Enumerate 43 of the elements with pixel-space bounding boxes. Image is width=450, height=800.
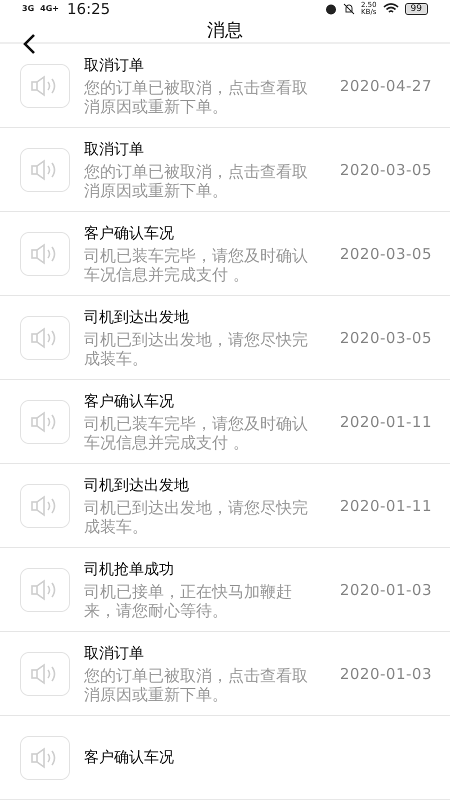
message-body: 司机已接单，正在快马加鞭赶来，请您耐心等待。 xyxy=(84,582,293,620)
message-body: 您的订单已被取消，点击查看取消原因或重新下单。 xyxy=(84,162,309,200)
message-title: 客户确认车况 xyxy=(84,224,175,242)
message-title: 客户确认车况 xyxy=(84,392,175,410)
message-date: 2020-01-03 xyxy=(340,664,432,682)
message-title: 司机到达出发地 xyxy=(84,308,190,326)
message-item[interactable]: 司机到达出发地 司机已到达出发地，请您尽快完成装车。 2020-01-11 xyxy=(0,464,450,548)
message-title: 客户确认车况 xyxy=(84,748,175,767)
message-item[interactable]: 客户确认车况 xyxy=(0,716,450,800)
wifi-icon xyxy=(382,3,399,15)
message-date: 2020-04-27 xyxy=(340,76,432,94)
message-date: 2020-03-05 xyxy=(340,244,432,262)
message-item[interactable]: 客户确认车况 司机已装车完毕，请您及时确认车况信息并完成支付 。 2020-03-05 xyxy=(0,212,450,296)
message-item[interactable]: 客户确认车况 司机已装车完毕，请您及时确认车况信息并完成支付 。 2020-01-11 xyxy=(0,380,450,464)
message-item[interactable]: 司机到达出发地 司机已到达出发地，请您尽快完成装车。 2020-03-05 xyxy=(0,296,450,380)
status-time: 16:25 xyxy=(66,0,110,18)
message-body: 司机已到达出发地，请您尽快完成装车。 xyxy=(84,498,309,536)
network-indicator: 3G xyxy=(22,5,34,13)
page-title: 消息 xyxy=(207,19,243,42)
network-indicator: 4G+ xyxy=(40,5,59,13)
message-title: 取消订单 xyxy=(84,644,145,662)
message-body: 司机已装车完毕，请您及时确认车况信息并完成支付 。 xyxy=(84,414,309,452)
message-title: 司机到达出发地 xyxy=(84,476,190,494)
message-date: 2020-01-11 xyxy=(340,412,432,430)
alarm-icon xyxy=(324,3,337,15)
message-title: 取消订单 xyxy=(84,56,145,74)
message-title: 司机抢单成功 xyxy=(84,560,175,578)
message-item[interactable]: 取消订单 您的订单已被取消，点击查看取消原因或重新下单。 2020-04-27 xyxy=(0,44,450,128)
message-date: 2020-01-11 xyxy=(340,496,432,514)
message-title: 取消订单 xyxy=(84,140,145,158)
message-item[interactable]: 取消订单 您的订单已被取消，点击查看取消原因或重新下单。 2020-01-03 xyxy=(0,632,450,716)
message-item[interactable]: 司机抢单成功 司机已接单，正在快马加鞭赶来，请您耐心等待。 2020-01-03 xyxy=(0,548,450,632)
bell-off-icon xyxy=(342,3,355,15)
message-body: 您的订单已被取消，点击查看取消原因或重新下单。 xyxy=(84,78,309,116)
message-date: 2020-01-03 xyxy=(340,580,432,598)
battery-level: 99 xyxy=(404,3,428,15)
message-body: 司机已到达出发地，请您尽快完成装车。 xyxy=(84,330,309,368)
message-date: 2020-03-05 xyxy=(340,328,432,346)
message-item[interactable]: 取消订单 您的订单已被取消，点击查看取消原因或重新下单。 2020-03-05 xyxy=(0,128,450,212)
message-body: 您的订单已被取消，点击查看取消原因或重新下单。 xyxy=(84,666,309,704)
message-date: 2020-03-05 xyxy=(340,160,432,178)
message-body: 司机已装车完毕，请您及时确认车况信息并完成支付 。 xyxy=(84,246,309,284)
back-icon xyxy=(22,33,36,55)
